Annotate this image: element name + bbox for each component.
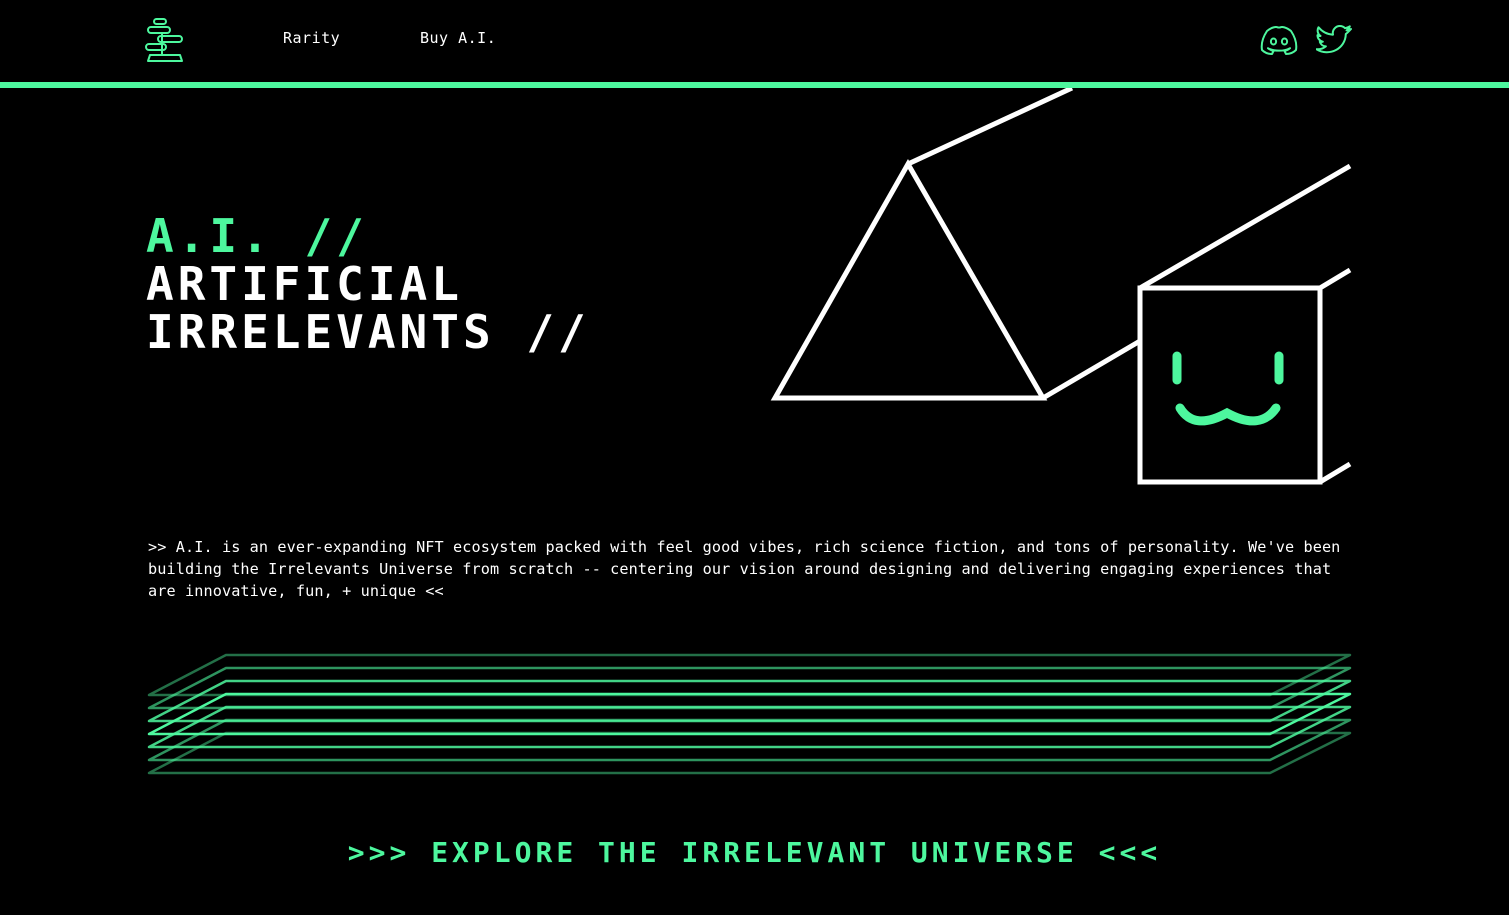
nav-link-buy-ai[interactable]: Buy A.I.: [420, 29, 496, 47]
page: Rarity Buy A.I. A.I. // ARTIFICIAL IRREL…: [0, 0, 1509, 915]
bonsai-tree-icon: [145, 18, 183, 62]
layer-outline: [147, 731, 1352, 775]
triangle-prism-shape: [770, 88, 1142, 401]
hero-illustration: [770, 88, 1352, 485]
explore-universe-link[interactable]: >>> EXPLORE THE IRRELEVANT UNIVERSE <<<: [0, 836, 1509, 869]
discord-icon: [1260, 26, 1298, 55]
hero-title-line-3: IRRELEVANTS //: [146, 305, 590, 359]
hero-title-line-2: ARTIFICIAL: [146, 257, 463, 311]
home-logo-link[interactable]: [144, 17, 186, 63]
discord-link[interactable]: [1259, 20, 1299, 58]
layer-outline: [147, 679, 1352, 723]
twitter-icon: [1315, 25, 1352, 54]
site-header: Rarity Buy A.I.: [0, 0, 1509, 82]
nav-link-rarity[interactable]: Rarity: [283, 29, 340, 47]
hero-title: A.I. // ARTIFICIAL IRRELEVANTS //: [146, 212, 590, 356]
hero-title-line-1: A.I. //: [146, 209, 368, 263]
twitter-link[interactable]: [1315, 20, 1354, 58]
cube-robot-shape: [1137, 163, 1352, 485]
layer-outline: [147, 666, 1352, 710]
robot-face-icon: [1172, 351, 1284, 426]
layer-outline: [147, 692, 1352, 736]
layer-outline: [147, 705, 1352, 749]
hero-description: >> A.I. is an ever-expanding NFT ecosyst…: [148, 538, 1341, 600]
stacked-layers-graphic: [147, 653, 1352, 775]
layer-outline: [147, 718, 1352, 762]
layer-outline: [147, 653, 1352, 697]
